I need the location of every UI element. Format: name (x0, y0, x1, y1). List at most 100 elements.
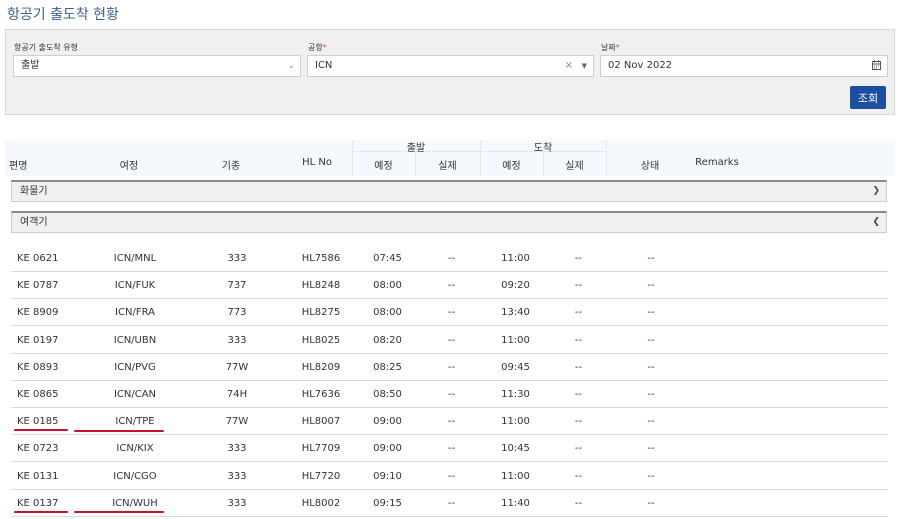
cell-arr-actual: -- (574, 253, 583, 264)
type-label: 항공기 출도착 유형 (14, 43, 78, 52)
cell-dep-actual: -- (447, 470, 456, 482)
cell-route: ICN/CGO (113, 470, 157, 482)
cell-arr-actual: -- (574, 307, 583, 319)
cell-arr-actual: -- (574, 443, 583, 455)
cell-dep-actual: -- (447, 280, 456, 292)
cell-dep-sched: 09:00 (373, 443, 402, 455)
cell-dep-sched: 08:25 (373, 361, 402, 373)
chevron-down-icon[interactable]: ❯ (872, 182, 880, 201)
cell-hlno: HL7636 (301, 389, 341, 400)
cell-flight: KE 0865 (17, 389, 59, 400)
cell-aircraft: 773 (227, 307, 247, 319)
cell-route: ICN/FRA (115, 307, 155, 319)
cell-route: ICN/KIX (116, 443, 154, 455)
cell-dep-sched: 09:00 (373, 416, 402, 428)
cell-hlno: HL8002 (301, 497, 341, 509)
cell-flight: KE 0723 (17, 443, 59, 455)
red-underline-annotation (74, 429, 164, 432)
cell-arr-sched: 11:30 (501, 389, 530, 400)
cell-dep-sched: 08:20 (373, 334, 402, 346)
red-underline-annotation (14, 429, 68, 432)
table-header: 출발 도착 편명 여정 기종 HL No 예정 실제 예정 실제 상태 Rema… (5, 140, 895, 176)
cell-arr-sched: 13:40 (501, 307, 530, 319)
header-arr-sched: 예정 (502, 161, 521, 172)
cell-route: ICN/CAN (113, 389, 157, 400)
cell-aircraft: 333 (227, 253, 247, 264)
filter-panel: 항공기 출도착 유형 출발 ⌄ 공항* ICN × ▼ 날짜* 02 Nov 2… (5, 29, 895, 115)
cell-status: -- (647, 416, 655, 428)
cell-arr-sched: 09:20 (501, 280, 530, 292)
group-cargo-label: 화물기 (20, 186, 48, 197)
group-passenger[interactable]: 여객기 ❮ (11, 211, 887, 233)
header-route: 여정 (119, 161, 139, 172)
date-label: 날짜* (601, 43, 620, 52)
cell-aircraft: 333 (227, 443, 247, 455)
cell-arr-sched: 09:45 (501, 361, 530, 373)
cell-hlno: HL8209 (301, 361, 341, 373)
cell-dep-actual: -- (447, 416, 456, 428)
cell-dep-sched: 08:50 (373, 389, 402, 400)
cell-dep-sched: 09:10 (373, 470, 402, 482)
cell-status: -- (647, 443, 655, 455)
red-underline-annotation (74, 511, 164, 514)
cell-hlno: HL8248 (301, 280, 341, 292)
cell-dep-actual: -- (447, 307, 456, 319)
cell-status: -- (647, 334, 655, 346)
header-status: 상태 (640, 161, 660, 172)
cell-arr-sched: 10:45 (501, 443, 530, 455)
date-input-value: 02 Nov 2022 (608, 60, 673, 71)
cell-dep-actual: -- (447, 443, 456, 455)
cell-flight: KE 0787 (17, 280, 59, 292)
header-divider (606, 140, 607, 176)
cell-status: -- (647, 361, 655, 373)
group-cargo[interactable]: 화물기 ❯ (11, 180, 887, 202)
cell-status: -- (647, 389, 655, 400)
header-arr-actual: 실제 (565, 161, 584, 172)
cell-aircraft: 333 (227, 497, 247, 509)
cell-arr-actual: -- (574, 334, 583, 346)
cell-route: ICN/MNL (113, 253, 157, 264)
cell-flight: KE 0893 (17, 361, 59, 373)
type-select-value: 출발 (21, 60, 40, 71)
header-dep-actual: 실제 (438, 161, 457, 172)
cell-arr-sched: 11:40 (501, 497, 530, 509)
table-row: KE 0865 ICN/CAN 74H HL7636 08:50 -- 11:30 -- -- (11, 381, 888, 408)
table-row: KE 0893 ICN/PVG 77W HL8209 08:25 -- 09:45 -- -- (11, 353, 888, 381)
cell-arr-actual: -- (574, 280, 583, 292)
date-input[interactable]: 02 Nov 2022 (600, 55, 888, 77)
cell-arr-actual: -- (574, 470, 583, 482)
cell-aircraft: 77W (225, 416, 249, 428)
header-flight: 편명 (9, 161, 28, 172)
search-button[interactable]: 조회 (850, 86, 886, 109)
cell-arr-actual: -- (574, 497, 583, 509)
cell-arr-actual: -- (574, 361, 583, 373)
cell-hlno: HL8275 (301, 307, 341, 319)
cell-status: -- (647, 497, 655, 509)
cell-flight: KE 0197 (17, 334, 59, 346)
required-mark: * (322, 43, 327, 52)
header-aircraft: 기종 (221, 161, 241, 172)
airport-select[interactable]: ICN × ▼ (307, 55, 594, 77)
type-select[interactable]: 출발 ⌄ (13, 55, 301, 77)
cell-arr-sched: 11:00 (501, 253, 530, 264)
cell-dep-actual: -- (447, 334, 456, 346)
page-title: 항공기 출도착 현황 (7, 7, 119, 23)
cell-status: -- (647, 280, 655, 292)
cell-dep-actual: -- (447, 253, 456, 264)
airport-label: 공항* (308, 43, 327, 52)
cell-flight: KE 0131 (17, 470, 59, 482)
calendar-icon[interactable] (872, 60, 881, 70)
cell-dep-sched: 08:00 (373, 307, 402, 319)
header-remarks: Remarks (695, 157, 739, 168)
cell-flight: KE 0621 (17, 253, 59, 264)
cell-aircraft: 77W (225, 361, 249, 373)
cell-hlno: HL7709 (301, 443, 341, 455)
cell-arr-sched: 11:00 (501, 470, 530, 482)
chevron-up-icon[interactable]: ❮ (872, 213, 880, 232)
caret-down-icon[interactable]: ▼ (582, 56, 587, 76)
table-row: KE 0131 ICN/CGO 333 HL7720 09:10 -- 11:00 -- -- (11, 462, 888, 490)
cell-dep-sched: 09:15 (373, 497, 402, 509)
cell-dep-actual: -- (447, 497, 456, 509)
clear-icon[interactable]: × (565, 56, 573, 76)
cell-dep-sched: 07:45 (373, 253, 402, 264)
